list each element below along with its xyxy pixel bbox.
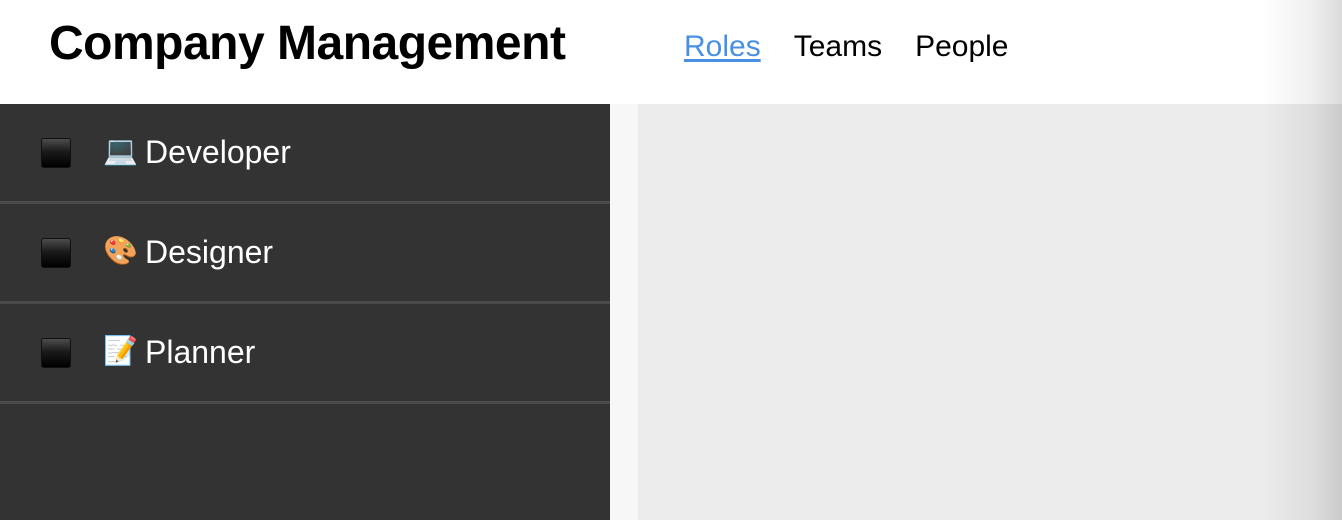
roles-sidebar: 💻 Developer 🎨 Designer 📝 Planner (0, 104, 610, 520)
role-item-planner[interactable]: 📝 Planner (0, 304, 610, 404)
role-item-designer[interactable]: 🎨 Designer (0, 204, 610, 304)
laptop-icon: 💻 (103, 134, 138, 167)
nav-link-teams[interactable]: Teams (794, 30, 882, 64)
role-checkbox[interactable] (41, 138, 71, 168)
nav-link-roles[interactable]: Roles (684, 30, 761, 64)
panel-divider (610, 104, 638, 520)
main-nav: Roles Teams People (684, 30, 1041, 64)
palette-icon: 🎨 (103, 234, 138, 267)
role-label: Designer (145, 234, 274, 270)
app-header: Company Management Roles Teams People (0, 0, 1342, 104)
memo-icon: 📝 (103, 334, 138, 367)
role-label: Planner (145, 334, 256, 370)
main-content-panel (638, 104, 1342, 520)
role-checkbox[interactable] (41, 238, 71, 268)
nav-link-people[interactable]: People (915, 30, 1008, 64)
app-title: Company Management (49, 17, 566, 70)
role-label: Developer (145, 134, 291, 170)
role-checkbox[interactable] (41, 338, 71, 368)
role-item-developer[interactable]: 💻 Developer (0, 104, 610, 204)
app-page: Company Management Roles Teams People 💻 … (0, 0, 1342, 520)
